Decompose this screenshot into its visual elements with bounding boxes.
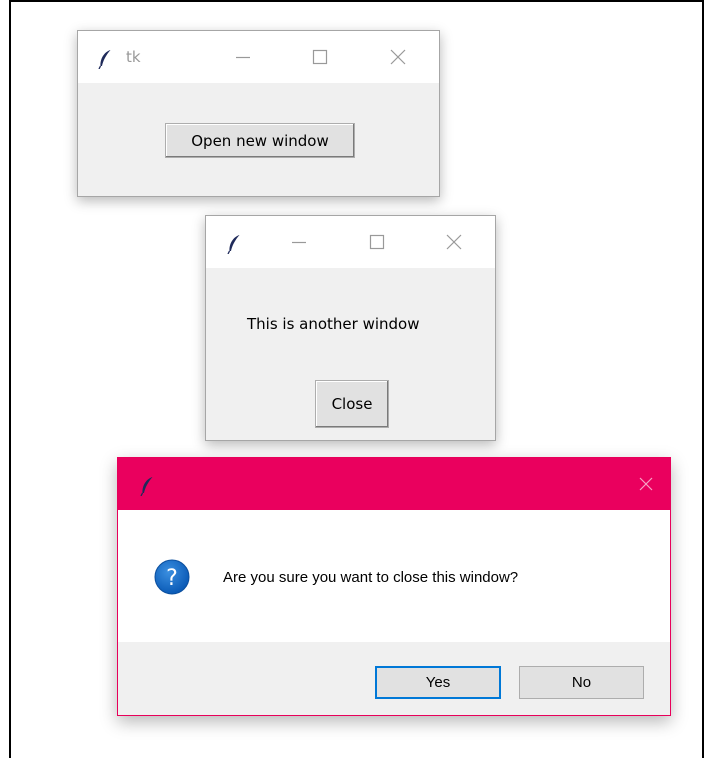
second-window-titlebar[interactable] (206, 216, 495, 268)
close-icon[interactable] (442, 230, 466, 254)
close-icon[interactable] (634, 472, 658, 496)
close-button[interactable]: Close (315, 380, 389, 428)
dialog-button-bar: Yes No (118, 642, 670, 715)
window-title: tk (126, 48, 141, 66)
no-button[interactable]: No (519, 666, 644, 699)
minimize-icon[interactable] (231, 45, 255, 69)
feather-icon (140, 477, 153, 496)
maximize-icon[interactable] (308, 45, 332, 69)
open-new-window-button[interactable]: Open new window (165, 123, 355, 158)
dialog-content: ? Are you sure you want to close this wi… (118, 510, 670, 642)
question-icon: ? (154, 559, 190, 595)
feather-icon (98, 50, 111, 69)
yes-button[interactable]: Yes (375, 666, 501, 699)
minimize-icon[interactable] (287, 230, 311, 254)
second-window: This is another window Close (205, 215, 496, 441)
confirm-dialog: ? Are you sure you want to close this wi… (117, 457, 671, 716)
maximize-icon[interactable] (365, 230, 389, 254)
svg-text:?: ? (166, 566, 178, 591)
feather-icon (227, 235, 240, 254)
dialog-message: Are you sure you want to close this wind… (223, 569, 519, 586)
close-icon[interactable] (386, 45, 410, 69)
window-message: This is another window (247, 315, 420, 333)
main-window: tk Open new window (77, 30, 440, 197)
dialog-titlebar[interactable] (118, 458, 670, 510)
main-window-titlebar[interactable]: tk (78, 31, 439, 83)
